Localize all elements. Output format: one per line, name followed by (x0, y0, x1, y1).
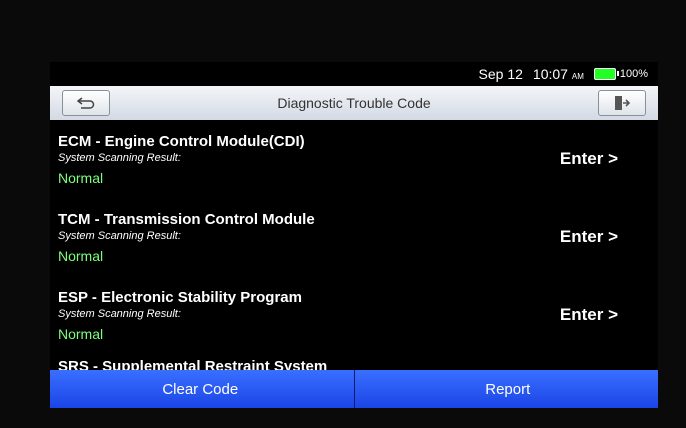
status-time: 10:07 AM (532, 66, 584, 82)
module-item[interactable]: TCM - Transmission Control Module System… (58, 198, 658, 276)
status-bar: Sep 12 10:07 AM 100% (50, 62, 658, 86)
clear-code-button[interactable]: Clear Code (50, 370, 354, 408)
enter-button[interactable]: Enter > (560, 149, 618, 169)
module-list: ECM - Engine Control Module(CDI) System … (50, 120, 658, 388)
module-title: ECM - Engine Control Module(CDI) (58, 132, 305, 150)
module-item[interactable]: ECM - Engine Control Module(CDI) System … (58, 120, 658, 198)
exit-button[interactable] (598, 90, 646, 116)
exit-icon (615, 96, 631, 110)
scan-result-status: Normal (58, 247, 104, 264)
title-bar: Diagnostic Trouble Code (50, 86, 658, 120)
battery-indicator: 100% (593, 68, 648, 80)
status-date: Sep 12 (478, 66, 523, 82)
scan-result-status: Normal (58, 169, 104, 186)
module-title: TCM - Transmission Control Module (58, 210, 315, 228)
battery-percent: 100% (619, 68, 648, 80)
enter-button[interactable]: Enter > (560, 227, 618, 247)
back-arrow-icon (77, 97, 95, 109)
page-title: Diagnostic Trouble Code (277, 95, 431, 111)
bottom-action-bar: Clear Code Report (50, 370, 658, 408)
back-button[interactable] (62, 90, 110, 116)
report-button[interactable]: Report (353, 370, 658, 408)
module-title: ESP - Electronic Stability Program (58, 288, 302, 306)
device-screen: Sep 12 10:07 AM 100% Diagnostic Trouble … (50, 62, 658, 408)
enter-button[interactable]: Enter > (560, 305, 618, 325)
module-item[interactable]: ESP - Electronic Stability Program Syste… (58, 276, 658, 354)
battery-icon (593, 68, 619, 80)
scan-result-status: Normal (58, 325, 104, 342)
